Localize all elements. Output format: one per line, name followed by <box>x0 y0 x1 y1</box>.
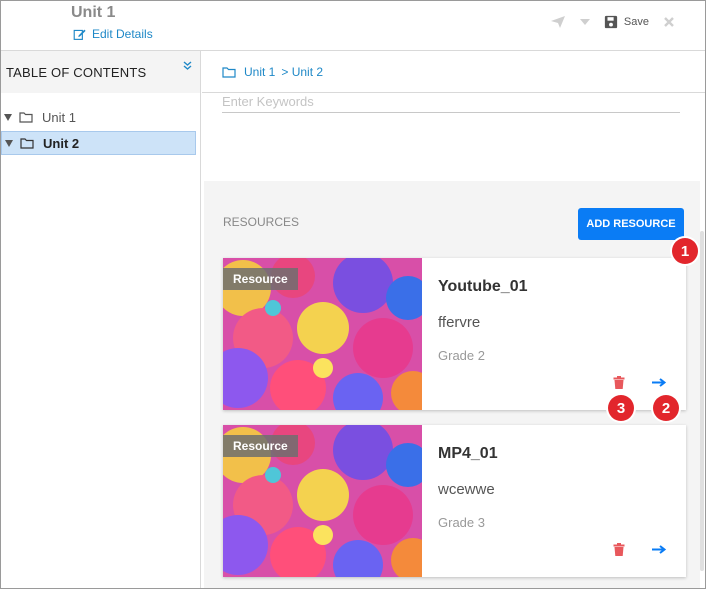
resource-tag: Resource <box>223 268 298 290</box>
toc-item-unit-1[interactable]: Unit 1 <box>1 105 200 129</box>
annotation-badge-3: 3 <box>608 395 634 421</box>
toc-title: TABLE OF CONTENTS <box>6 64 147 80</box>
main-panel: Unit 1 > Unit 2 RESOURCES ADD RESOURCE <box>202 51 705 588</box>
page-title: Unit 1 <box>71 4 116 21</box>
resource-card[interactable]: Resource MP4_01 wcewwe Grade 3 <box>223 425 686 577</box>
add-resource-button[interactable]: ADD RESOURCE <box>578 208 684 240</box>
edit-details-link[interactable]: Edit Details <box>73 27 153 41</box>
save-label: Save <box>623 16 649 28</box>
resource-name: Youtube_01 <box>438 278 528 295</box>
folder-icon <box>19 112 33 123</box>
delete-icon[interactable] <box>613 543 625 556</box>
delete-icon[interactable] <box>613 376 625 389</box>
resource-description: ffervre <box>438 314 481 331</box>
expand-triangle-icon[interactable] <box>4 113 12 121</box>
folder-icon <box>20 138 34 149</box>
toc-header: TABLE OF CONTENTS <box>1 51 200 93</box>
resource-description: wcewwe <box>438 481 495 498</box>
edit-details-label: Edit Details <box>92 27 153 41</box>
breadcrumb-unit-1[interactable]: Unit 1 <box>244 65 275 79</box>
arrow-right-icon[interactable] <box>652 545 667 554</box>
resource-tag: Resource <box>223 435 298 457</box>
folder-icon <box>222 66 236 78</box>
expand-triangle-icon[interactable] <box>5 139 13 147</box>
resource-name: MP4_01 <box>438 445 498 462</box>
edit-icon <box>73 29 86 40</box>
sidebar: TABLE OF CONTENTS Unit 1 Unit 2 <box>1 51 201 588</box>
resources-section: RESOURCES ADD RESOURCE Resource Youtube_… <box>204 181 704 588</box>
top-header: Unit 1 Edit Details Save <box>1 1 705 51</box>
toc-item-label: Unit 1 <box>42 109 76 125</box>
keywords-search-input[interactable] <box>222 91 680 113</box>
close-icon[interactable] <box>663 16 675 28</box>
breadcrumb: Unit 1 > Unit 2 <box>202 51 705 93</box>
scrollbar[interactable] <box>700 231 704 571</box>
arrow-right-icon[interactable] <box>652 378 667 387</box>
toc-item-unit-2[interactable]: Unit 2 <box>1 131 196 155</box>
caret-down-icon[interactable] <box>579 19 590 25</box>
save-button[interactable]: Save <box>604 15 649 29</box>
toc-item-label: Unit 2 <box>43 135 80 151</box>
resources-heading: RESOURCES <box>223 215 300 229</box>
collapse-chevrons-icon[interactable] <box>183 61 192 71</box>
resource-grade: Grade 3 <box>438 515 485 530</box>
resource-card[interactable]: Resource Youtube_01 ffervre Grade 2 <box>223 258 686 410</box>
save-icon <box>604 15 618 29</box>
annotation-badge-1: 1 <box>672 238 698 264</box>
resource-grade: Grade 2 <box>438 348 485 363</box>
toc-tree: Unit 1 Unit 2 <box>1 93 200 155</box>
breadcrumb-unit-2[interactable]: > Unit 2 <box>281 65 323 79</box>
send-icon[interactable] <box>550 15 566 29</box>
annotation-badge-2: 2 <box>653 395 679 421</box>
